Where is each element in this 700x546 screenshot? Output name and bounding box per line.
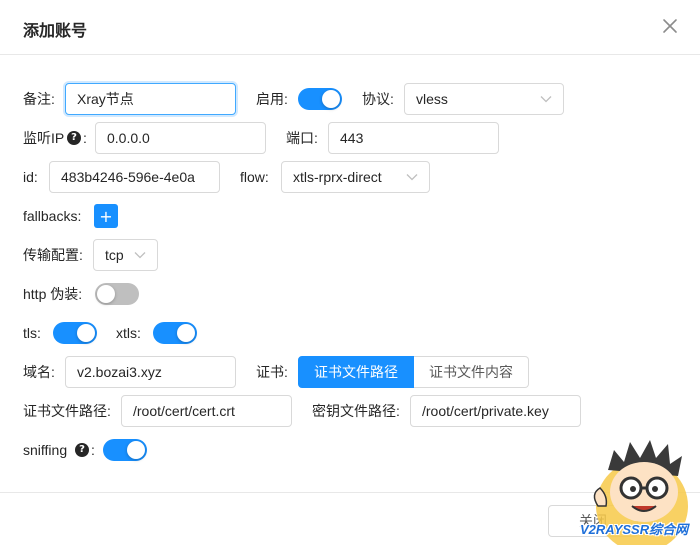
chevron-down-icon <box>406 174 418 181</box>
enable-switch[interactable] <box>298 88 342 110</box>
flow-value: xtls-rprx-direct <box>293 169 382 185</box>
protocol-label: 协议: <box>362 91 394 107</box>
protocol-value: vless <box>416 91 448 107</box>
add-account-dialog: 添加账号 备注: Xray节点 启用: 协议: vless 监听IP ? : 0… <box>0 0 700 545</box>
domain-input[interactable]: v2.bozai3.xyz <box>65 356 236 388</box>
chevron-down-icon <box>134 252 146 259</box>
listen-ip-label: 监听IP <box>23 128 64 148</box>
xtls-label: xtls: <box>116 325 141 341</box>
xtls-switch[interactable] <box>153 322 197 344</box>
transport-select[interactable]: tcp <box>93 239 158 271</box>
cert-tab-file-content[interactable]: 证书文件内容 <box>414 356 529 388</box>
close-icon[interactable] <box>660 16 680 36</box>
remark-input[interactable]: Xray节点 <box>65 83 236 115</box>
cert-path-label: 证书文件路径: <box>23 403 111 419</box>
sniffing-colon: : <box>91 442 95 458</box>
remark-label: 备注: <box>23 91 55 107</box>
switch-knob <box>127 441 145 459</box>
key-path-input[interactable]: /root/cert/private.key <box>410 395 581 427</box>
transport-label: 传输配置: <box>23 247 83 263</box>
switch-knob <box>97 285 115 303</box>
flow-label: flow: <box>240 169 269 185</box>
question-circle-icon[interactable]: ? <box>75 443 89 457</box>
switch-knob <box>322 90 340 108</box>
transport-value: tcp <box>105 247 124 263</box>
http-camouflage-label: http 伪装: <box>23 286 83 302</box>
cert-tab-file-path[interactable]: 证书文件路径 <box>298 356 414 388</box>
listen-ip-input[interactable]: 0.0.0.0 <box>95 122 266 154</box>
listen-ip-colon: : <box>83 130 87 146</box>
tls-switch[interactable] <box>53 322 97 344</box>
dialog-title: 添加账号 <box>23 23 88 40</box>
enable-label: 启用: <box>256 91 288 107</box>
id-input[interactable]: 483b4246-596e-4e0a <box>49 161 220 193</box>
domain-label: 域名: <box>23 364 55 380</box>
port-input[interactable]: 443 <box>328 122 499 154</box>
question-circle-icon[interactable]: ? <box>67 131 81 145</box>
sniffing-switch[interactable] <box>103 439 147 461</box>
key-path-label: 密钥文件路径: <box>312 403 400 419</box>
watermark-text: V2RAYSSR综合网 <box>580 522 689 537</box>
port-label: 端口: <box>286 130 318 146</box>
cert-path-input[interactable]: /root/cert/cert.crt <box>121 395 292 427</box>
switch-knob <box>77 324 95 342</box>
id-label: id: <box>23 169 38 185</box>
http-camouflage-switch[interactable] <box>95 283 139 305</box>
fallbacks-label: fallbacks: <box>23 208 82 224</box>
tls-label: tls: <box>23 325 41 341</box>
protocol-select[interactable]: vless <box>404 83 564 115</box>
listen-ip-label-text: 监听IP <box>23 130 65 146</box>
dialog-header: 添加账号 <box>0 0 700 55</box>
add-fallback-button[interactable]: + <box>94 204 118 228</box>
chevron-down-icon <box>540 96 552 103</box>
sniffing-label: sniffing <box>23 442 68 458</box>
switch-knob <box>177 324 195 342</box>
cert-label: 证书: <box>256 364 288 380</box>
flow-select[interactable]: xtls-rprx-direct <box>281 161 430 193</box>
